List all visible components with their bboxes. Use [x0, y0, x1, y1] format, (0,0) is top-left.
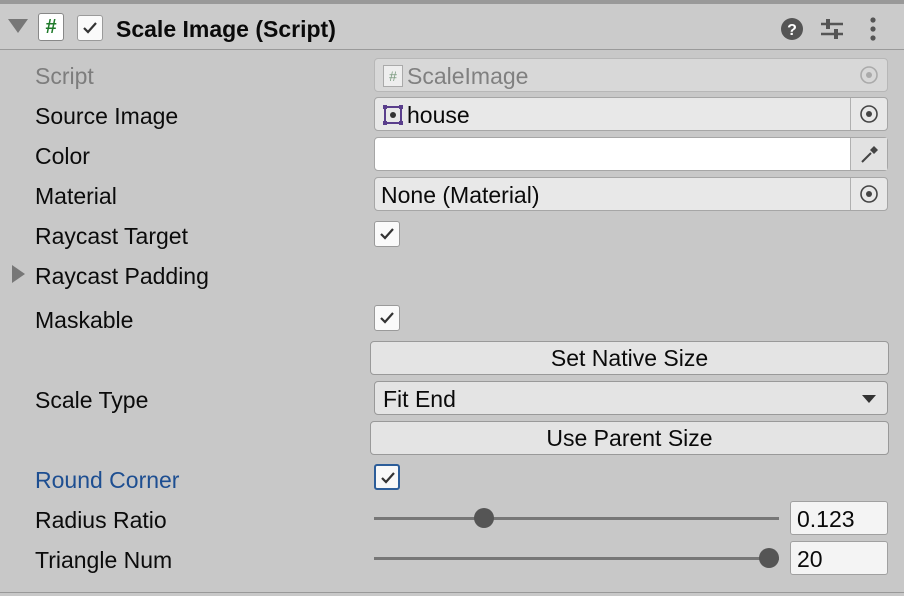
svg-text:?: ?	[787, 22, 797, 39]
foldout-arrow-icon[interactable]	[8, 19, 28, 33]
radius-ratio-label: Radius Ratio	[35, 507, 167, 533]
checkmark-icon	[83, 22, 97, 34]
presets-icon[interactable]	[819, 16, 845, 42]
scale-type-dropdown[interactable]: Fit End	[374, 381, 888, 415]
material-picker[interactable]	[850, 178, 887, 210]
raycast-target-label: Raycast Target	[35, 223, 188, 249]
source-image-field[interactable]: house	[374, 97, 888, 131]
triangle-num-slider-track[interactable]	[374, 557, 779, 560]
source-image-picker[interactable]	[850, 98, 887, 130]
chevron-down-icon	[862, 395, 876, 403]
script-icon: #	[38, 13, 64, 41]
triangle-num-slider-thumb[interactable]	[759, 548, 779, 568]
script-value: ScaleImage	[407, 63, 529, 89]
radius-ratio-slider-thumb[interactable]	[474, 508, 495, 528]
component-enabled-checkbox[interactable]	[77, 15, 103, 41]
scale-type-value: Fit End	[383, 386, 456, 412]
source-image-label: Source Image	[35, 103, 179, 129]
help-icon[interactable]: ?	[779, 16, 805, 42]
object-picker-icon	[860, 105, 878, 123]
round-corner-checkbox[interactable]	[374, 464, 400, 490]
script-file-icon: #	[383, 65, 403, 87]
component-header[interactable]: # Scale Image (Script) ?	[0, 0, 904, 50]
source-image-value: house	[407, 102, 470, 128]
triangle-num-label: Triangle Num	[35, 547, 173, 573]
round-corner-label: Round Corner	[35, 467, 180, 493]
set-native-size-button[interactable]: Set Native Size	[370, 341, 889, 375]
checkmark-icon	[380, 312, 394, 324]
script-label: Script	[35, 63, 94, 89]
use-parent-size-button[interactable]: Use Parent Size	[370, 421, 889, 455]
maskable-checkbox[interactable]	[374, 305, 400, 331]
checkmark-icon	[381, 472, 395, 484]
raycast-padding-label[interactable]: Raycast Padding	[35, 263, 209, 290]
material-field[interactable]: None (Material)	[374, 177, 888, 211]
scale-type-label: Scale Type	[35, 387, 149, 413]
object-picker-icon	[860, 66, 878, 84]
object-picker-icon	[860, 185, 878, 203]
radius-ratio-input[interactable]: 0.123	[790, 501, 888, 535]
kebab-menu-icon[interactable]	[860, 16, 886, 42]
inspector-component-panel: # Scale Image (Script) ? Script # ScaleI…	[0, 0, 904, 596]
material-label: Material	[35, 183, 117, 209]
triangle-num-input[interactable]: 20	[790, 541, 888, 575]
color-label: Color	[35, 143, 90, 169]
material-value: None (Material)	[381, 182, 540, 208]
sprite-icon	[383, 105, 403, 125]
bottom-divider	[0, 592, 904, 593]
script-field: # ScaleImage	[374, 58, 888, 92]
color-field[interactable]	[374, 137, 888, 171]
radius-ratio-slider-track[interactable]	[374, 517, 779, 520]
triangle-num-value: 20	[797, 546, 823, 572]
checkmark-icon	[380, 228, 394, 240]
component-title: Scale Image (Script)	[116, 16, 336, 42]
raycast-padding-expand-icon[interactable]	[12, 265, 25, 283]
raycast-target-checkbox[interactable]	[374, 221, 400, 247]
eyedropper-button[interactable]	[850, 138, 887, 170]
eyedropper-icon	[861, 146, 878, 163]
radius-ratio-value: 0.123	[797, 506, 855, 532]
maskable-label: Maskable	[35, 307, 134, 333]
